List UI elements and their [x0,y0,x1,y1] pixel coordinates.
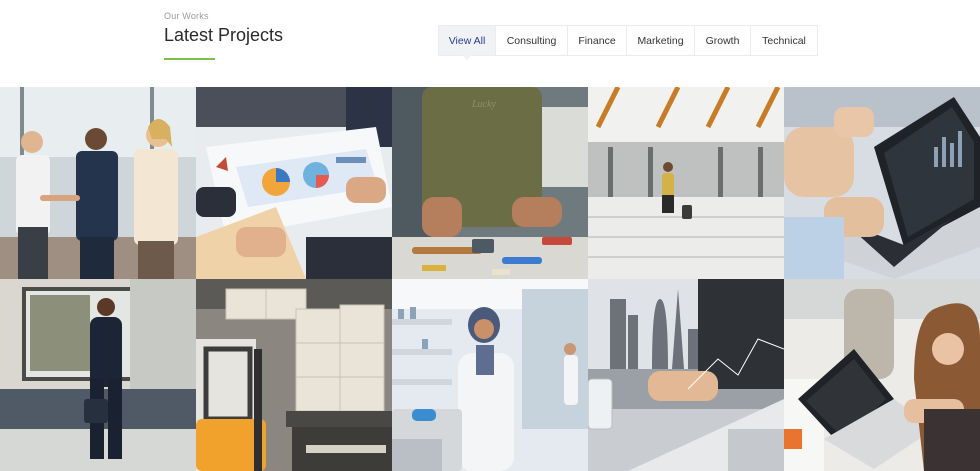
page-header: Our Works Latest Projects View All Consu… [0,0,980,87]
city-skyline-image [588,279,784,471]
laptop-analytics-image [784,87,980,279]
section-title: Latest Projects [164,25,284,45]
filter-technical[interactable]: Technical [751,26,817,55]
tools-workbench-image: Lucky [392,87,588,279]
project-tile-financial-charts[interactable] [196,87,392,279]
project-filter-bar: View All Consulting Finance Marketing Gr… [438,25,818,60]
woman-laptop-image [784,279,980,471]
project-tile-woman-laptop[interactable] [784,279,980,471]
filter-consulting[interactable]: Consulting [496,26,568,55]
projects-gallery: Lucky [0,87,980,471]
project-tile-laptop-analytics[interactable] [784,87,980,279]
section-eyebrow: Our Works [164,11,209,21]
traveler-terminal-image [588,87,784,279]
project-tile-handshake[interactable] [0,87,196,279]
project-tile-traveler[interactable] [588,87,784,279]
project-tile-city-finance[interactable] [588,279,784,471]
project-tile-businessman[interactable] [0,279,196,471]
business-handshake-image [0,87,196,279]
filter-marketing[interactable]: Marketing [627,26,695,55]
filter-view-all[interactable]: View All [439,26,496,60]
filter-finance[interactable]: Finance [568,26,627,55]
warehouse-forklift-image [196,279,392,471]
title-underline [164,58,215,60]
businessman-walking-image [0,279,196,471]
project-tile-tools[interactable]: Lucky [392,87,588,279]
laboratory-scientist-image [392,279,588,471]
project-tile-warehouse[interactable] [196,279,392,471]
filter-growth[interactable]: Growth [695,26,751,55]
project-tile-laboratory[interactable] [392,279,588,471]
svg-text:Lucky: Lucky [471,99,496,110]
financial-charts-image [196,87,392,279]
